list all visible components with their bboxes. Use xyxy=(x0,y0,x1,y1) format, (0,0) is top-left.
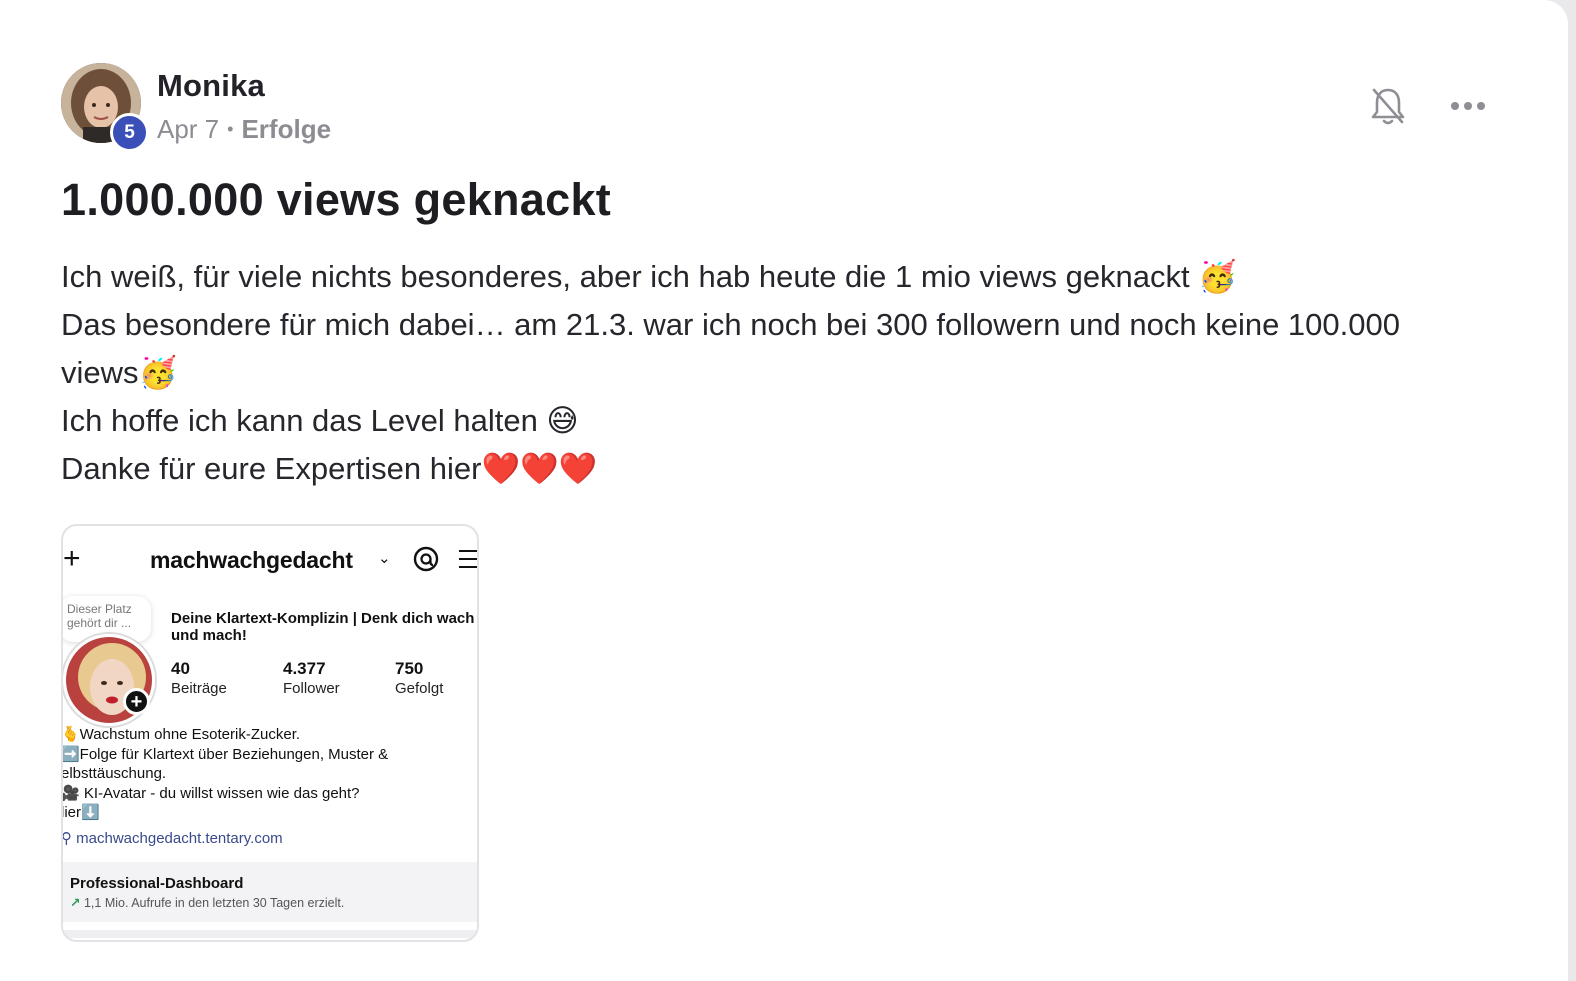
post-body: Ich weiß, für viele nichts besonderes, a… xyxy=(61,253,1481,493)
post-body-line: Danke für eure Expertisen hier❤️❤️❤️ xyxy=(61,451,598,486)
ig-stat-label: Gefolgt xyxy=(395,680,444,697)
attached-image[interactable]: + machwachgedacht ⌄ Dieser Platz gehört … xyxy=(61,524,479,942)
ig-divider xyxy=(63,930,477,938)
ig-bio-line: ➡️Folge für Klartext über Beziehungen, M… xyxy=(61,745,389,763)
ig-bio-line: 🫰Wachstum ohne Esoterik-Zucker. xyxy=(61,726,301,743)
ig-bio-line: 🎥 KI-Avatar - du willst wissen wie das g… xyxy=(61,784,360,802)
post-body-line: Das besondere für mich dabei… am 21.3. w… xyxy=(61,307,1400,390)
ig-bio-line: elbsttäuschung. xyxy=(61,765,167,782)
ig-stat-posts: 40 Beiträge xyxy=(171,659,227,699)
ig-plus-icon: + xyxy=(63,542,81,575)
ig-stat-number: 40 xyxy=(171,659,190,678)
bell-off-icon xyxy=(1371,88,1405,125)
ig-stat-number: 4.377 xyxy=(283,659,326,678)
ig-stat-followers: 4.377 Follower xyxy=(283,659,340,699)
ig-dashboard-subtitle: ↗ 1,1 Mio. Aufrufe in den letzten 30 Tag… xyxy=(70,895,344,910)
ig-stat-number: 750 xyxy=(395,659,424,678)
hamburger-menu-icon xyxy=(459,550,477,570)
ig-bio: 🫰Wachstum ohne Esoterik-Zucker. ➡️Folge … xyxy=(61,725,477,823)
link-icon: ⚲ xyxy=(61,830,72,847)
ig-link-text: machwachgedacht.tentary.com xyxy=(76,830,283,847)
level-badge: 5 xyxy=(110,113,149,152)
post-body-line: Ich weiß, für viele nichts besonderes, a… xyxy=(61,259,1237,294)
ig-stat-label: Follower xyxy=(283,680,340,697)
notification-toggle-button[interactable] xyxy=(1365,83,1411,129)
ig-display-name-line: und mach! xyxy=(171,627,247,644)
chevron-down-icon: ⌄ xyxy=(378,550,391,567)
more-options-button[interactable] xyxy=(1444,90,1492,122)
post-body-line: Ich hoffe ich kann das Level halten 😅 xyxy=(61,403,579,438)
author-name[interactable]: Monika xyxy=(157,68,265,104)
author-avatar[interactable]: 5 xyxy=(61,63,149,152)
ig-add-story-icon: + xyxy=(123,688,150,715)
ig-stat-label: Beiträge xyxy=(171,680,227,697)
ig-display-name-line: Deine Klartext-Komplizin | Denk dich wac… xyxy=(171,610,475,627)
more-horizontal-icon xyxy=(1451,102,1485,110)
ig-bio-link: ⚲ machwachgedacht.tentary.com xyxy=(61,829,283,847)
ig-professional-dashboard: Professional-Dashboard ↗ 1,1 Mio. Aufruf… xyxy=(63,862,477,922)
post-meta: Apr 7 • Erfolge xyxy=(157,114,331,145)
ig-bio-line: lier⬇️ xyxy=(61,804,100,821)
post-card: 5 Monika Apr 7 • Erfolge 1.000.000 views… xyxy=(0,0,1568,981)
ig-dashboard-text: 1,1 Mio. Aufrufe in den letzten 30 Tagen… xyxy=(83,896,345,910)
threads-icon xyxy=(413,546,439,572)
post-date[interactable]: Apr 7 xyxy=(157,114,219,145)
ig-dashboard-title: Professional-Dashboard xyxy=(70,875,244,892)
meta-separator: • xyxy=(227,119,234,139)
post-category[interactable]: Erfolge xyxy=(241,114,331,145)
ig-stat-following: 750 Gefolgt xyxy=(395,659,443,699)
trend-up-arrow-icon: ↗ xyxy=(70,896,81,910)
ig-username: machwachgedacht xyxy=(150,547,353,573)
ig-display-name: Deine Klartext-Komplizin | Denk dich wac… xyxy=(171,610,477,644)
post-title: 1.000.000 views geknackt xyxy=(61,174,612,225)
